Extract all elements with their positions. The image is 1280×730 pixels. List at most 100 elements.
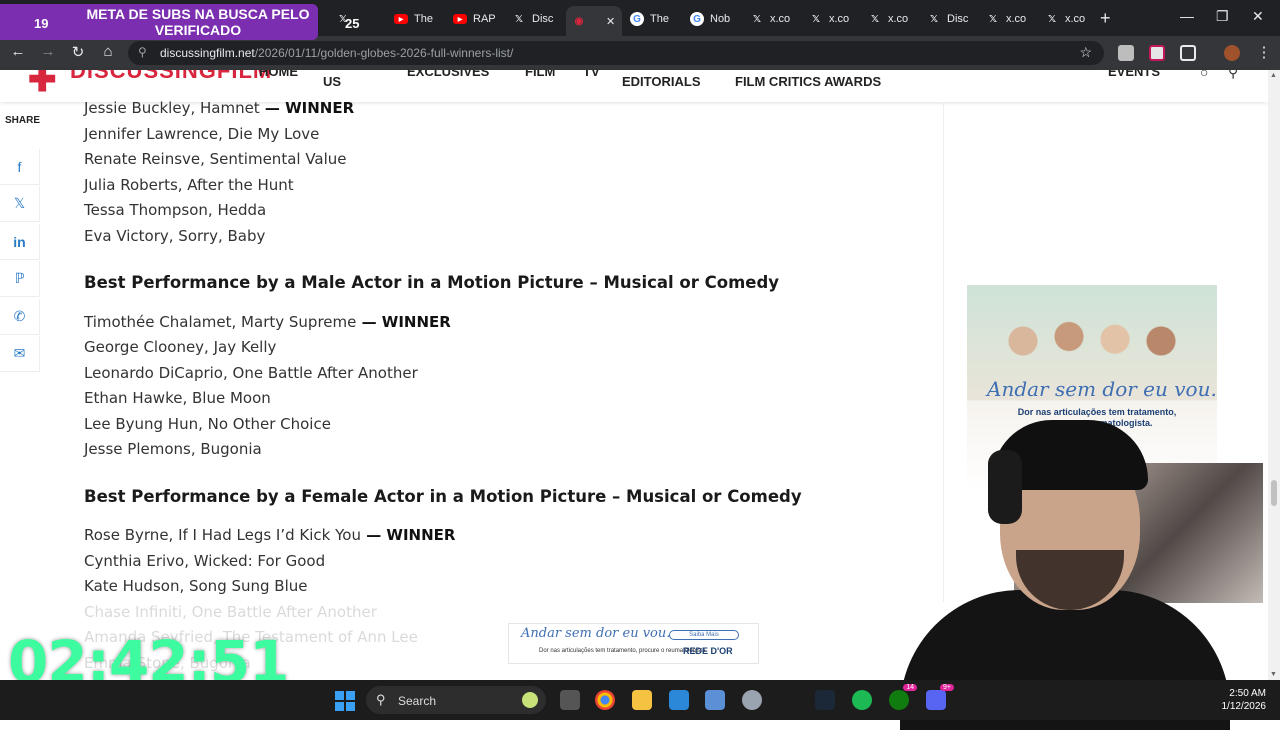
nominee-item: Ethan Hawke, Blue Moon xyxy=(84,389,271,407)
calculator-icon[interactable] xyxy=(705,690,725,710)
subscriber-count-left: 19 xyxy=(34,16,49,31)
task-view-icon[interactable] xyxy=(560,690,580,710)
nav-tv[interactable]: TV xyxy=(583,70,600,79)
discussingfilm-icon: ◉ xyxy=(574,15,584,27)
tab-youtube-2[interactable]: ▶ RAP xyxy=(447,6,502,32)
close-tab-icon[interactable]: ✕ xyxy=(606,15,615,28)
bottom-advertisement[interactable]: Andar sem dor eu vou. Dor nas articulaçõ… xyxy=(508,623,759,664)
scroll-thumb[interactable] xyxy=(1271,480,1277,506)
nominee-item: Tessa Thompson, Hedda xyxy=(84,201,267,219)
address-bar[interactable]: ⚲ discussingfilm.net/2026/01/11/golden-g… xyxy=(128,41,1104,65)
logo-mark-icon: ✚ xyxy=(28,70,58,99)
x-icon: 𝕏 xyxy=(929,13,939,25)
tab-x-5[interactable]: 𝕏x.co xyxy=(980,6,1032,32)
spotify-icon[interactable] xyxy=(852,690,872,710)
home-icon[interactable]: ⌂ xyxy=(98,43,118,60)
profile-avatar[interactable] xyxy=(1224,45,1240,61)
nominee-item: Jesse Plemons, Bugonia xyxy=(84,440,262,458)
nav-film[interactable]: FILM xyxy=(525,70,555,79)
page-scrollbar[interactable]: ▲ ▼ xyxy=(1268,70,1280,680)
whatsapp-share-icon[interactable]: ✆ xyxy=(0,299,40,335)
tab-active[interactable]: ◉ ✕ xyxy=(566,6,622,36)
x-icon: 𝕏 xyxy=(988,13,998,25)
windows-start-icon[interactable] xyxy=(335,691,355,711)
search-highlight-icon xyxy=(522,692,538,708)
nominee-item: Julia Roberts, After the Hunt xyxy=(84,176,294,194)
google-icon: G xyxy=(690,12,704,26)
steam-icon[interactable] xyxy=(815,690,835,710)
chrome-icon[interactable] xyxy=(595,690,615,710)
share-label: SHARE xyxy=(5,115,41,126)
headphones-icon xyxy=(988,450,1022,524)
nominee-item: George Clooney, Jay Kelly xyxy=(84,338,277,356)
nav-events[interactable]: EVENTS xyxy=(1108,70,1160,79)
nominee-item: Jennifer Lawrence, Die My Love xyxy=(84,125,320,143)
file-explorer-icon[interactable] xyxy=(632,690,652,710)
tab-x-disc[interactable]: 𝕏 Disc xyxy=(506,6,559,32)
new-tab-button[interactable]: + xyxy=(1100,8,1111,29)
minimize-icon[interactable]: — xyxy=(1180,8,1194,24)
tab-x-2[interactable]: 𝕏x.co xyxy=(744,6,796,32)
user-icon[interactable]: ○ xyxy=(1200,70,1208,80)
tab-x-3[interactable]: 𝕏x.co xyxy=(803,6,855,32)
scroll-up-icon[interactable]: ▲ xyxy=(1270,72,1277,79)
system-clock[interactable]: 2:50 AM 1/12/2026 xyxy=(1222,687,1267,713)
pinterest-share-icon[interactable]: ℙ xyxy=(0,261,40,297)
linkedin-share-icon[interactable]: in xyxy=(0,224,40,260)
subscriber-count-right: 25 xyxy=(345,16,360,31)
subscriber-goal-message: META DE SUBS NA BUSCA PELO VERIFICADO xyxy=(86,6,310,38)
scroll-down-icon[interactable]: ▼ xyxy=(1270,671,1277,678)
back-icon[interactable]: ← xyxy=(8,43,28,60)
forward-icon[interactable]: → xyxy=(38,43,58,60)
youtube-icon: ▶ xyxy=(453,14,467,24)
url-text[interactable]: discussingfilm.net/2026/01/11/golden-glo… xyxy=(160,46,513,60)
youtube-icon: ▶ xyxy=(394,14,408,24)
nominee-item: Eva Victory, Sorry, Baby xyxy=(84,227,266,245)
extension-icon-2[interactable] xyxy=(1149,45,1165,61)
microsoft-store-icon[interactable] xyxy=(669,690,689,710)
settings-icon[interactable] xyxy=(742,690,762,710)
ad-slogan: Andar sem dor eu vou. xyxy=(521,626,671,641)
tab-google-1[interactable]: G The xyxy=(624,6,675,32)
facebook-share-icon[interactable]: f xyxy=(0,149,40,185)
nominee-item: Leonardo DiCaprio, One Battle After Anot… xyxy=(84,364,418,382)
tab-youtube-1[interactable]: ▶ The xyxy=(388,6,439,32)
x-icon: 𝕏 xyxy=(811,13,821,25)
ad-text: Dor nas articulações tem tratamento, pro… xyxy=(539,648,708,654)
category-heading-male: Best Performance by a Male Actor in a Mo… xyxy=(84,273,780,292)
reload-icon[interactable]: ↻ xyxy=(68,43,88,61)
discord-icon[interactable]: 9+ xyxy=(926,684,954,710)
restore-icon[interactable]: ❐ xyxy=(1216,8,1229,25)
nominee-item: Timothée Chalamet, Marty Supreme — WINNE… xyxy=(84,313,451,331)
subscriber-goal-overlay: 19 META DE SUBS NA BUSCA PELO VERIFICADO xyxy=(0,4,318,40)
xbox-icon[interactable]: 14 xyxy=(889,684,917,710)
windows-taskbar: ⚲ Search 14 9+ 2:50 AM 1/12/2026 xyxy=(0,680,1280,720)
site-info-icon[interactable]: ⚲ xyxy=(138,45,147,59)
menu-kebab-icon[interactable]: ⋮ xyxy=(1254,43,1274,61)
nav-us[interactable]: US xyxy=(323,74,341,89)
nav-exclusives[interactable]: EXCLUSIVES xyxy=(407,70,489,79)
extension-icon-1[interactable] xyxy=(1118,45,1134,61)
category-heading-female: Best Performance by a Female Actor in a … xyxy=(84,487,802,506)
nav-editorials[interactable]: EDITORIALS xyxy=(622,74,701,89)
x-share-icon[interactable]: 𝕏 xyxy=(0,186,40,222)
nominee-item: Chase Infiniti, One Battle After Another xyxy=(84,603,377,621)
email-share-icon[interactable]: ✉ xyxy=(0,336,40,372)
extensions-puzzle-icon[interactable] xyxy=(1180,45,1196,61)
tab-x-6[interactable]: 𝕏x.co xyxy=(1039,6,1091,32)
webcam-streamer xyxy=(760,400,1230,730)
x-icon: 𝕏 xyxy=(514,13,524,25)
x-icon: 𝕏 xyxy=(752,13,762,25)
tab-x-disc-2[interactable]: 𝕏 Disc xyxy=(921,6,974,32)
ad-brand: REDE D'OR xyxy=(683,646,733,656)
nav-home[interactable]: HOME xyxy=(259,70,298,79)
x-icon: 𝕏 xyxy=(1047,13,1057,25)
tab-google-2[interactable]: G Nob xyxy=(684,6,736,32)
nav-film-critics-awards[interactable]: FILM CRITICS AWARDS xyxy=(735,74,881,89)
taskbar-search[interactable]: ⚲ Search xyxy=(366,686,546,714)
bookmark-star-icon[interactable]: ☆ xyxy=(1079,44,1092,61)
tab-x-4[interactable]: 𝕏x.co xyxy=(862,6,914,32)
close-window-icon[interactable]: ✕ xyxy=(1252,8,1264,25)
ad-cta-button[interactable]: Saiba Mais xyxy=(669,630,739,640)
search-icon[interactable]: ⚲ xyxy=(1228,70,1238,81)
